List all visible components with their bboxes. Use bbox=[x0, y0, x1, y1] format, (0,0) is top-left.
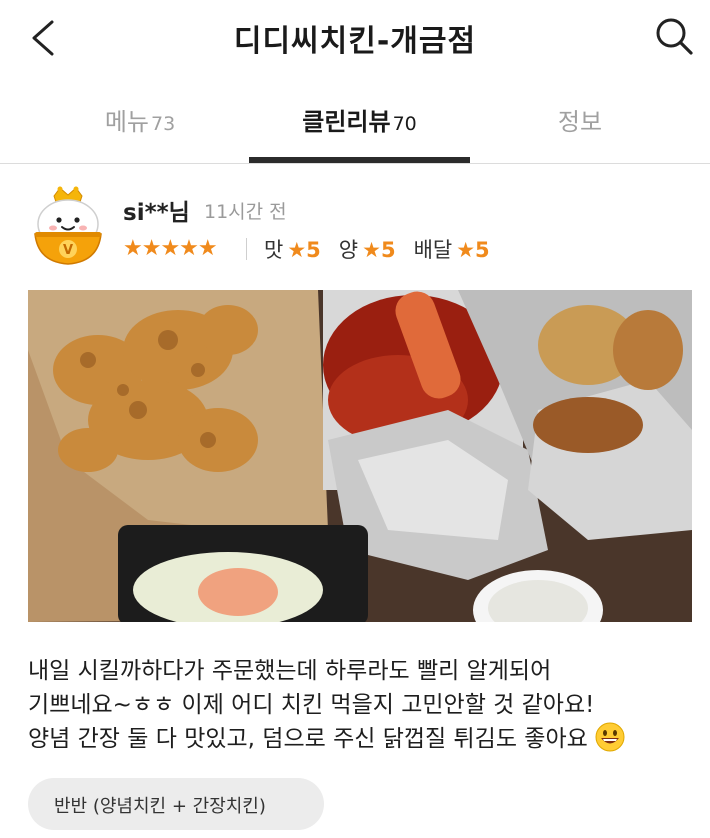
chicken-food-photo bbox=[28, 290, 692, 622]
rating-delivery-star: ★ bbox=[456, 238, 476, 262]
review-photo[interactable] bbox=[28, 290, 692, 622]
rating-taste-star: ★ bbox=[287, 238, 307, 262]
tab-bar: 메뉴 73 클린리뷰 70 정보 bbox=[0, 92, 710, 164]
tab-menu-label: 메뉴 bbox=[104, 108, 149, 136]
review-text-line-with-emoji: 양념 간장 둘 다 맛있고, 덤으로 주신 닭껍질 튀김도 좋아요 bbox=[28, 722, 698, 756]
tab-info[interactable]: 정보 bbox=[470, 102, 690, 162]
reviewer-avatar: V bbox=[30, 186, 106, 268]
rating-taste-label: 맛 bbox=[264, 238, 284, 262]
app-header: 디디씨치킨-개금점 bbox=[0, 0, 710, 80]
search-button[interactable] bbox=[652, 14, 696, 58]
rating-divider bbox=[246, 238, 247, 260]
tab-clean-review[interactable]: 클린리뷰 70 bbox=[249, 102, 470, 162]
svg-text:V: V bbox=[63, 243, 73, 258]
rating-taste-score: 5 bbox=[306, 238, 321, 262]
rice-bowl-mascot-icon: V bbox=[34, 186, 102, 265]
grinning-face-emoji-icon bbox=[595, 722, 625, 752]
detailed-ratings: 맛 ★5 양 ★5 배달 ★5 bbox=[264, 234, 508, 264]
tab-menu-count: 73 bbox=[150, 113, 176, 135]
page-title: 디디씨치킨-개금점 bbox=[233, 24, 477, 59]
review-time: 11시간 전 bbox=[204, 201, 287, 223]
rating-delivery-score: 5 bbox=[475, 238, 490, 262]
rating-delivery-label: 배달 bbox=[413, 238, 453, 262]
review-text-line: 기쁘네요~ㅎㅎ 이제 어디 치킨 먹을지 고민안할 것 같아요! bbox=[28, 692, 595, 718]
tab-menu[interactable]: 메뉴 73 bbox=[30, 102, 250, 162]
review-body: 내일 시킬까하다가 주문했는데 하루라도 빨리 알게되어 기쁘네요~ㅎㅎ 이제 … bbox=[28, 654, 698, 756]
active-tab-indicator bbox=[249, 157, 470, 163]
ordered-menu-tag[interactable]: 반반 (양념치킨 + 간장치킨) bbox=[28, 778, 324, 830]
overall-star-rating: ★★★★★ bbox=[123, 236, 218, 261]
review-text-line: 양념 간장 둘 다 맛있고, 덤으로 주신 닭껍질 튀김도 좋아요 bbox=[28, 726, 588, 752]
tab-review-label: 클린리뷰 bbox=[302, 108, 391, 136]
search-icon bbox=[656, 18, 693, 55]
rating-quantity-star: ★ bbox=[362, 238, 381, 262]
tab-info-label: 정보 bbox=[557, 108, 603, 136]
rating-quantity-score: 5 bbox=[380, 238, 396, 262]
review-text-line: 내일 시킬까하다가 주문했는데 하루라도 빨리 알게되어 bbox=[28, 658, 552, 684]
tab-review-count: 70 bbox=[392, 113, 417, 135]
rating-quantity-label: 양 bbox=[338, 238, 359, 262]
reviewer-name: si**님 bbox=[123, 200, 190, 226]
